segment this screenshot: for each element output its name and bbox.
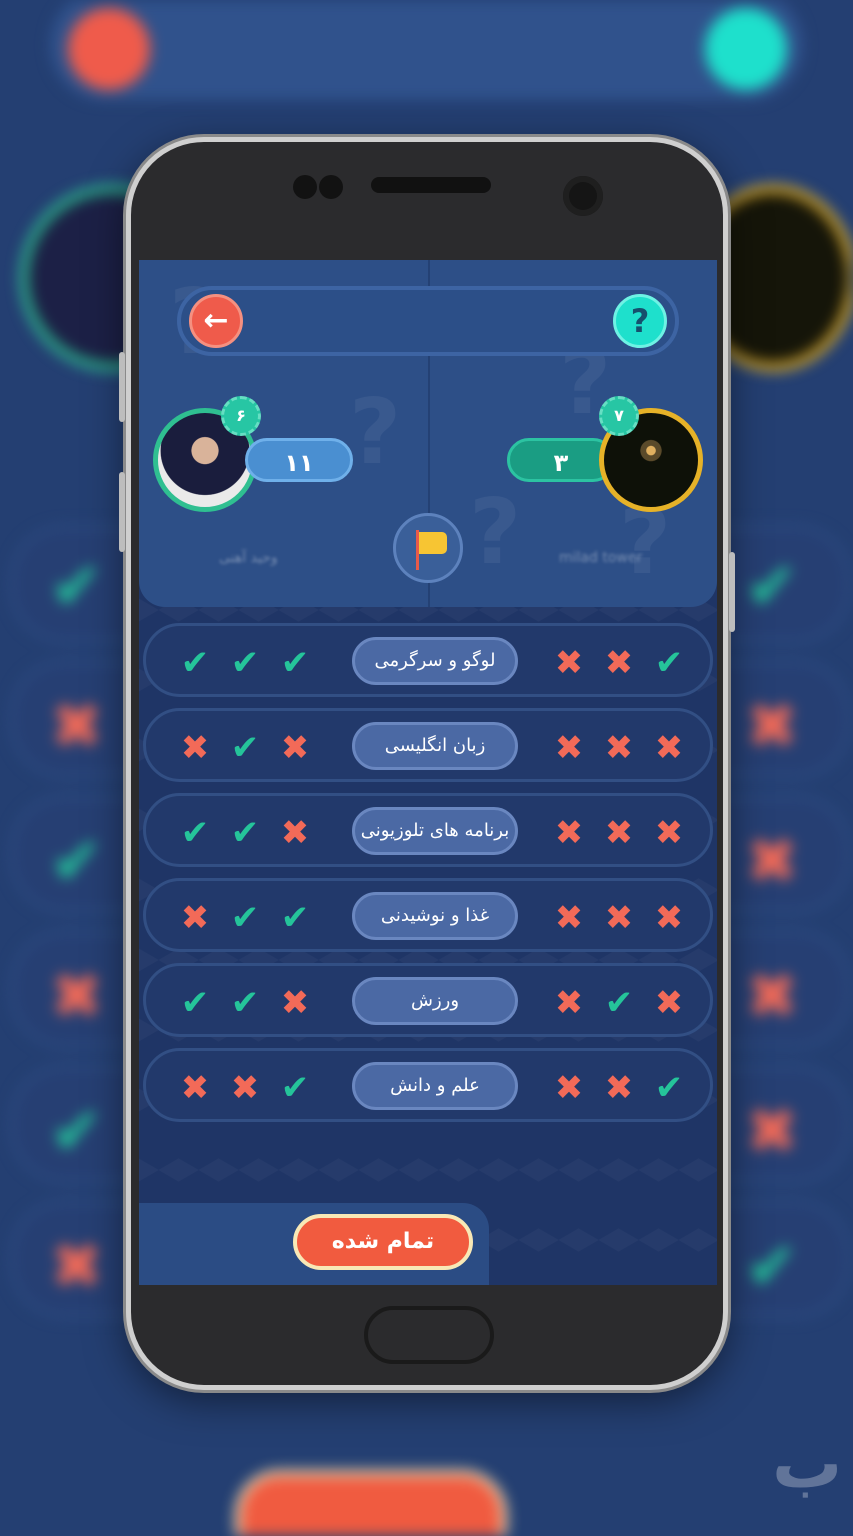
check-icon: ✔ xyxy=(230,983,260,1023)
cross-icon: ✖ xyxy=(654,983,684,1023)
player-right-level-badge: ۷ xyxy=(599,396,639,436)
category-button[interactable]: غذا و نوشیدنی xyxy=(352,892,518,940)
category-button[interactable]: زبان انگلیسی xyxy=(352,722,518,770)
round-row: ✔ ✔ ✖ ورزش ✖ ✔ ✖ xyxy=(143,963,713,1037)
cross-icon: ✖ xyxy=(604,643,634,683)
cross-icon: ✖ xyxy=(280,813,310,853)
arrow-left-icon: ← xyxy=(203,303,229,338)
cross-icon: ✖ xyxy=(180,1068,210,1108)
player-right-name: milad tower xyxy=(559,550,643,566)
cross-icon: ✖ xyxy=(554,643,584,683)
player-left-name: وحید آهنی xyxy=(219,550,278,566)
round-row: ✖ ✖ ✔ علم و دانش ✖ ✖ ✔ xyxy=(143,1048,713,1122)
cross-icon: ✖ xyxy=(180,898,210,938)
check-icon: ✔ xyxy=(230,728,260,768)
cross-icon: ✖ xyxy=(604,1068,634,1108)
check-icon: ✔ xyxy=(280,1068,310,1108)
cross-icon: ✖ xyxy=(554,983,584,1023)
cross-icon: ✖ xyxy=(654,898,684,938)
check-icon: ✔ xyxy=(280,898,310,938)
check-icon: ✔ xyxy=(180,813,210,853)
cross-icon: ✖ xyxy=(654,728,684,768)
check-icon: ✔ xyxy=(180,643,210,683)
cross-icon: ✖ xyxy=(604,813,634,853)
check-icon: ✔ xyxy=(654,1068,684,1108)
round-row: ✔ ✔ ✖ برنامه های تلوزیونی ✖ ✖ ✖ xyxy=(143,793,713,867)
match-header: ? ? ? ? ? ← ? ۶ ۱۱ ۳ ۷ وحید آهنی milad t… xyxy=(139,260,717,607)
round-row: ✖ ✔ ✖ زبان انگلیسی ✖ ✖ ✖ xyxy=(143,708,713,782)
round-row: ✔ ✔ ✔ لوگو و سرگرمی ✖ ✖ ✔ xyxy=(143,623,713,697)
check-icon: ✔ xyxy=(180,983,210,1023)
category-button[interactable]: علم و دانش xyxy=(352,1062,518,1110)
cross-icon: ✖ xyxy=(280,983,310,1023)
cross-icon: ✖ xyxy=(554,898,584,938)
category-button[interactable]: ورزش xyxy=(352,977,518,1025)
game-screen: ? ? ? ? ? ← ? ۶ ۱۱ ۳ ۷ وحید آهنی milad t… xyxy=(139,260,717,1285)
cross-icon: ✖ xyxy=(554,813,584,853)
home-button[interactable] xyxy=(364,1306,494,1364)
done-button[interactable]: تمام شده xyxy=(293,1214,473,1270)
cross-icon: ✖ xyxy=(604,898,634,938)
category-button[interactable]: برنامه های تلوزیونی xyxy=(352,807,518,855)
cross-icon: ✖ xyxy=(280,728,310,768)
check-icon: ✔ xyxy=(230,643,260,683)
watermark-logo: ب xyxy=(772,1422,843,1504)
player-left-level-badge: ۶ xyxy=(221,396,261,436)
player-left-score: ۱۱ xyxy=(245,438,353,482)
phone-frame: ? ? ? ? ? ← ? ۶ ۱۱ ۳ ۷ وحید آهنی milad t… xyxy=(119,137,735,1390)
check-icon: ✔ xyxy=(230,813,260,853)
top-bar: ← ? xyxy=(177,286,679,356)
check-icon: ✔ xyxy=(604,983,634,1023)
cross-icon: ✖ xyxy=(554,728,584,768)
cross-icon: ✖ xyxy=(554,1068,584,1108)
round-row: ✖ ✔ ✔ غذا و نوشیدنی ✖ ✖ ✖ xyxy=(143,878,713,952)
check-icon: ✔ xyxy=(230,898,260,938)
check-icon: ✔ xyxy=(654,643,684,683)
category-button[interactable]: لوگو و سرگرمی xyxy=(352,637,518,685)
check-icon: ✔ xyxy=(280,643,310,683)
cross-icon: ✖ xyxy=(604,728,634,768)
cross-icon: ✖ xyxy=(180,728,210,768)
report-flag-button[interactable] xyxy=(393,513,463,583)
cross-icon: ✖ xyxy=(654,813,684,853)
help-button[interactable]: ? xyxy=(613,294,667,348)
cross-icon: ✖ xyxy=(230,1068,260,1108)
question-mark-icon: ? xyxy=(630,302,650,340)
back-button[interactable]: ← xyxy=(189,294,243,348)
